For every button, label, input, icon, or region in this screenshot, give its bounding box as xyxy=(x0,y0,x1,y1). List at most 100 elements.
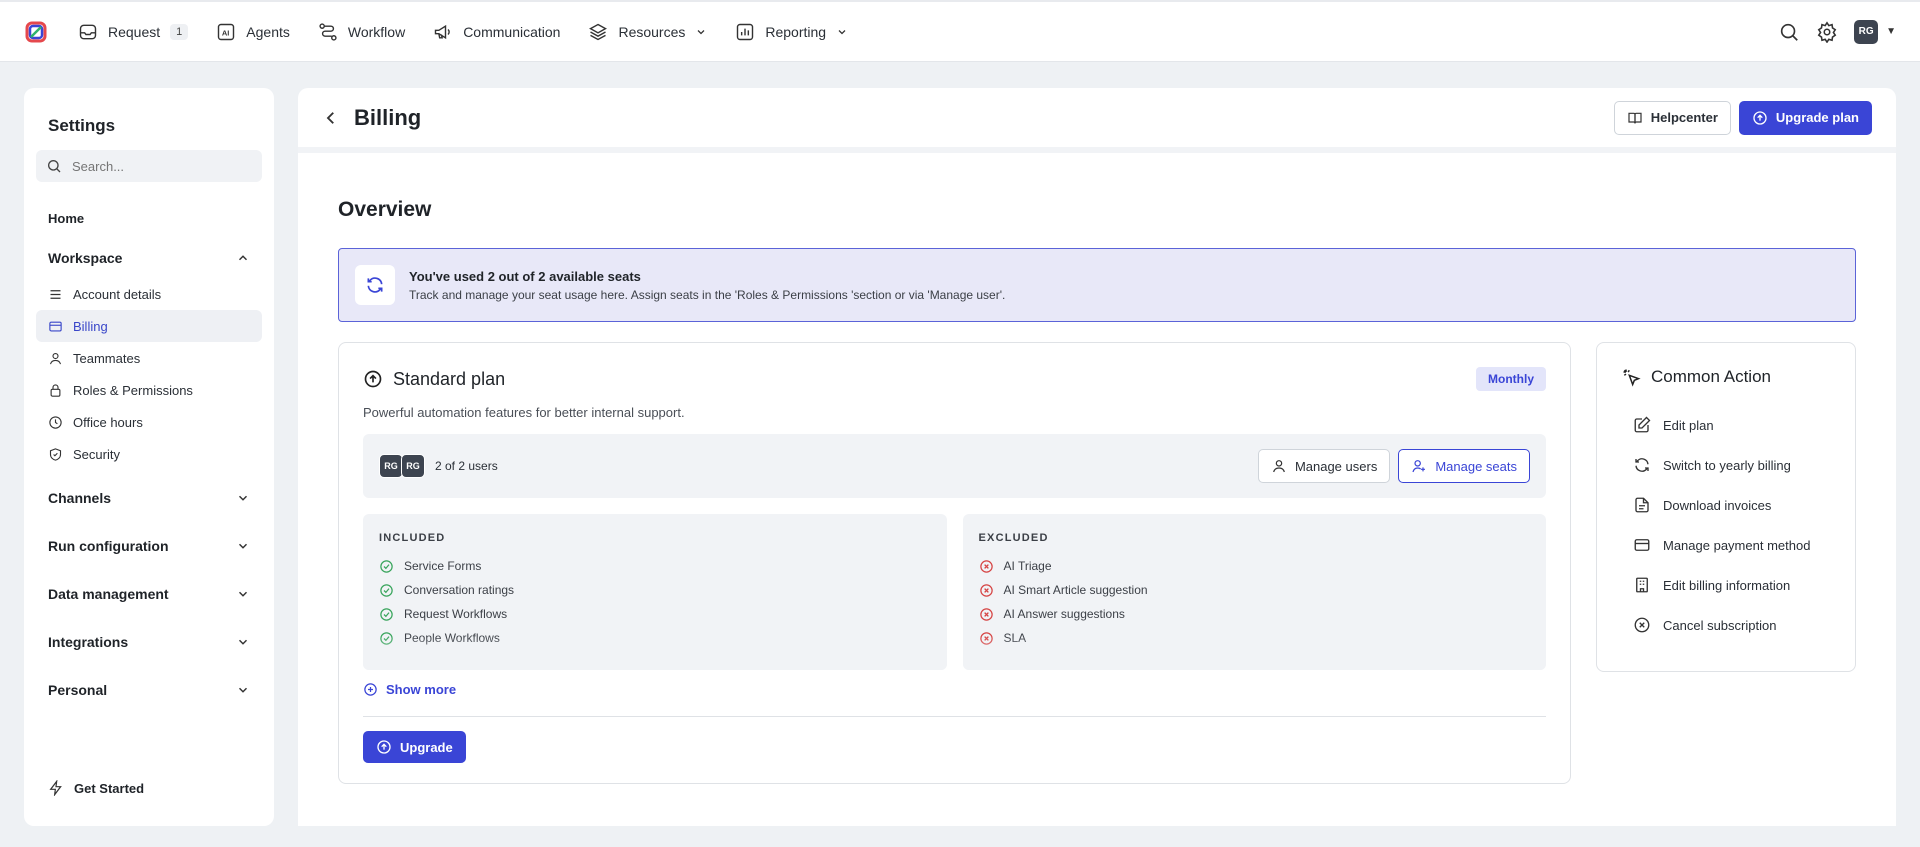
chevron-down-icon xyxy=(236,635,250,649)
x-circle-icon xyxy=(1633,616,1651,634)
nav-request[interactable]: Request 1 xyxy=(78,22,189,42)
helpcenter-button[interactable]: Helpcenter xyxy=(1613,100,1731,135)
sidebar-item-office-hours[interactable]: Office hours xyxy=(36,406,262,438)
back-arrow-icon[interactable] xyxy=(322,109,340,127)
sidebar-search[interactable] xyxy=(36,150,262,182)
shield-icon xyxy=(48,447,63,462)
document-icon xyxy=(1633,496,1651,514)
x-circle-icon xyxy=(979,559,994,574)
billing-cycle-badge: Monthly xyxy=(1476,367,1546,391)
nav-workflow-label: Workflow xyxy=(347,23,406,40)
feature-label: People Workflows xyxy=(404,631,500,645)
edit-billing-information-action[interactable]: Edit billing information xyxy=(1621,565,1831,605)
sidebar-item-account-details[interactable]: Account details xyxy=(36,278,262,310)
nav-communication-label: Communication xyxy=(463,23,561,40)
caret-down-icon[interactable]: ▼ xyxy=(1886,26,1896,37)
nav-reporting[interactable]: Reporting xyxy=(735,22,848,42)
download-invoices-action[interactable]: Download invoices xyxy=(1621,485,1831,525)
nav-workflow[interactable]: Workflow xyxy=(318,22,405,42)
gear-icon[interactable] xyxy=(1816,20,1838,43)
list-item: Request Workflows xyxy=(379,602,931,626)
banner-description: Track and manage your seat usage here. A… xyxy=(409,287,1006,302)
sidebar-item-security[interactable]: Security xyxy=(36,438,262,470)
sidebar-section-channels[interactable]: Channels xyxy=(36,474,262,522)
manage-users-button[interactable]: Manage users xyxy=(1257,449,1391,483)
action-label: Switch to yearly billing xyxy=(1663,457,1791,473)
sidebar-section-label: Workspace xyxy=(48,250,123,266)
excluded-features: EXCLUDED AI Triage AI Smart Article sugg… xyxy=(962,514,1546,670)
sidebar-title: Settings xyxy=(48,116,116,135)
check-circle-icon xyxy=(379,583,394,598)
common-action-card: Common Action Edit plan Switch to yearly… xyxy=(1596,342,1856,672)
list-icon xyxy=(48,287,63,302)
chevron-up-icon xyxy=(236,251,250,265)
building-icon xyxy=(1633,576,1651,594)
sidebar-search-input[interactable] xyxy=(72,158,242,174)
cancel-subscription-action[interactable]: Cancel subscription xyxy=(1621,605,1831,645)
refresh-icon xyxy=(355,265,395,305)
sidebar-get-started[interactable]: Get Started xyxy=(48,780,144,796)
nav-communication[interactable]: Communication xyxy=(433,22,560,42)
nav-agents[interactable]: AI Agents xyxy=(216,22,290,42)
request-count-badge: 1 xyxy=(170,23,189,40)
app-logo-icon[interactable] xyxy=(24,20,48,44)
lock-icon xyxy=(48,383,63,398)
chevron-down-icon xyxy=(236,539,250,553)
layers-icon xyxy=(588,22,608,42)
sidebar-section-data-management[interactable]: Data management xyxy=(36,570,262,618)
upgrade-plan-label: Upgrade plan xyxy=(1775,110,1859,125)
sidebar-section-label: Run configuration xyxy=(48,538,169,554)
chart-icon xyxy=(735,22,755,42)
plan-users-bar: RG RG 2 of 2 users Manage users Manage s… xyxy=(363,434,1546,498)
sidebar-section-run-configuration[interactable]: Run configuration xyxy=(36,522,262,570)
feature-label: AI Answer suggestions xyxy=(1003,607,1125,621)
sidebar-section-integrations[interactable]: Integrations xyxy=(36,618,262,666)
plus-circle-icon xyxy=(363,682,378,697)
feature-label: SLA xyxy=(1003,631,1027,645)
sidebar-section-personal[interactable]: Personal xyxy=(36,666,262,714)
manage-seats-label: Manage seats xyxy=(1435,458,1517,474)
nav-resources-label: Resources xyxy=(618,23,686,40)
upgrade-plan-button[interactable]: Upgrade plan xyxy=(1738,100,1872,135)
user-avatar[interactable]: RG xyxy=(1854,19,1879,44)
search-icon[interactable] xyxy=(1778,21,1800,43)
included-heading: INCLUDED xyxy=(379,532,446,544)
plan-name: Standard plan xyxy=(393,368,506,389)
avatar: RG xyxy=(379,454,403,478)
check-circle-icon xyxy=(379,631,394,646)
sidebar-item-home[interactable]: Home xyxy=(36,204,262,232)
manage-payment-method-action[interactable]: Manage payment method xyxy=(1621,525,1831,565)
sidebar-section-label: Personal xyxy=(48,682,108,698)
list-item: People Workflows xyxy=(379,626,931,650)
workflow-icon xyxy=(318,22,338,42)
sidebar-item-roles-permissions[interactable]: Roles & Permissions xyxy=(36,374,262,406)
banner-title: You've used 2 out of 2 available seats xyxy=(409,268,641,284)
switch-yearly-billing-action[interactable]: Switch to yearly billing xyxy=(1621,445,1831,485)
list-item: AI Answer suggestions xyxy=(979,602,1531,626)
seat-usage-banner: You've used 2 out of 2 available seats T… xyxy=(338,248,1856,322)
common-action-title: Common Action xyxy=(1651,367,1771,386)
divider xyxy=(363,716,1546,717)
sidebar-item-teammates[interactable]: Teammates xyxy=(36,342,262,374)
user-plus-icon xyxy=(1411,458,1427,474)
sidebar-item-billing[interactable]: Billing xyxy=(36,310,262,342)
show-more-button[interactable]: Show more xyxy=(363,682,456,697)
upgrade-button[interactable]: Upgrade xyxy=(363,731,466,763)
sidebar-section-workspace[interactable]: Workspace xyxy=(36,238,262,278)
page-title: Billing xyxy=(354,104,422,130)
feature-label: AI Smart Article suggestion xyxy=(1003,583,1148,597)
x-circle-icon xyxy=(979,607,994,622)
manage-users-label: Manage users xyxy=(1294,458,1378,474)
get-started-label: Get Started xyxy=(74,780,145,796)
list-item: Service Forms xyxy=(379,554,931,578)
sidebar-item-label: Billing xyxy=(73,318,108,334)
edit-plan-action[interactable]: Edit plan xyxy=(1621,405,1831,445)
nav-resources[interactable]: Resources xyxy=(588,22,707,42)
sidebar-item-label: Teammates xyxy=(73,350,141,366)
nav-request-label: Request xyxy=(108,23,161,40)
overview-heading: Overview xyxy=(338,198,432,221)
manage-seats-button[interactable]: Manage seats xyxy=(1398,449,1530,483)
nav-agents-label: Agents xyxy=(246,23,290,40)
action-label: Edit plan xyxy=(1663,417,1714,433)
credit-card-icon xyxy=(48,319,63,334)
